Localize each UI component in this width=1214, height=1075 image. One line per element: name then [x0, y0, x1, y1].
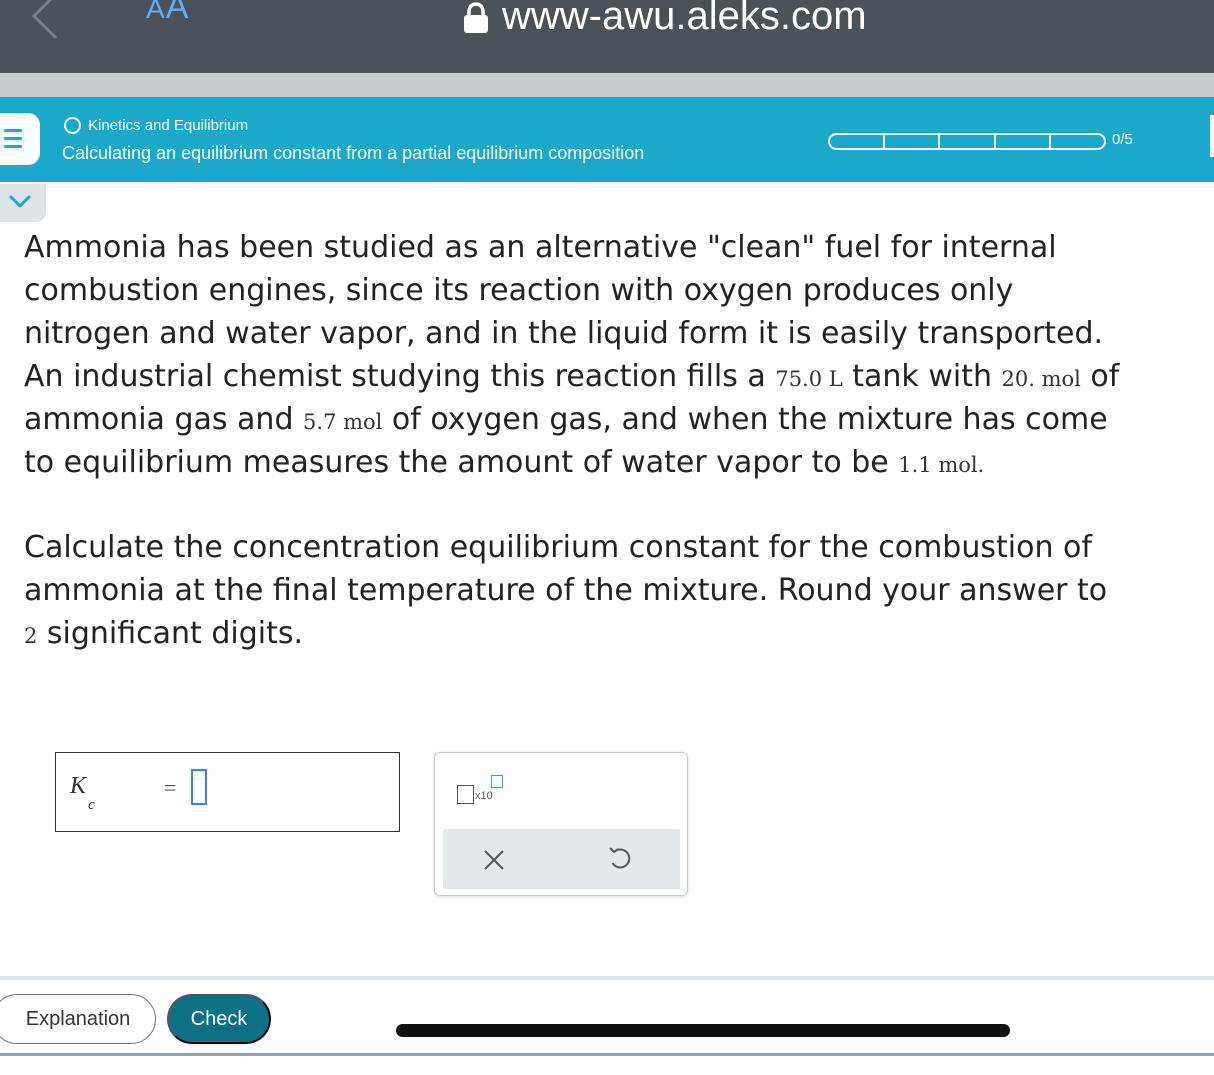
ammonia-amount: 20. mol [1001, 367, 1081, 391]
problem-text-fragment: of oxygen gas, and when the mixture has … [382, 402, 1108, 437]
hamburger-icon [4, 129, 22, 149]
problem-text-fragment: tank with [842, 359, 1002, 394]
text-size-button[interactable]: AA [146, 0, 189, 27]
problem-line: Ammonia has been studied as an alternati… [24, 230, 1057, 265]
lock-icon [464, 2, 488, 33]
kc-subscript: c [88, 797, 95, 813]
explanation-button[interactable]: Explanation [0, 994, 156, 1044]
progress-segment [1051, 135, 1104, 148]
topic-row: Kinetics and Equilibrium [64, 117, 248, 134]
progress-count: 0/5 [1112, 131, 1133, 148]
base-box-icon [457, 785, 474, 804]
answer-box: K c = [55, 752, 400, 832]
problem-line: to equilibrium measures the amount of wa… [24, 441, 1214, 484]
problem-text-fragment: of [1080, 359, 1120, 394]
text-size-large-glyph: A [165, 0, 190, 26]
sig-digits: 2 [24, 624, 38, 648]
tank-volume: 75.0 L [775, 367, 843, 391]
lesson-title: Calculating an equilibrium constant from… [62, 143, 645, 163]
keypad-action-tray [443, 829, 680, 889]
progress-bar [828, 133, 1106, 150]
back-chevron-icon[interactable] [28, 0, 68, 40]
answer-input[interactable] [191, 769, 207, 805]
menu-button[interactable] [0, 113, 40, 165]
progress-segment [830, 135, 886, 148]
topic-circle-icon [64, 117, 81, 134]
problem-line: An industrial chemist studying this reac… [24, 355, 1214, 398]
chrome-divider [0, 73, 1214, 97]
url-text: www-awu.aleks.com [502, 0, 867, 38]
math-keypad: x10 [434, 752, 688, 896]
home-indicator[interactable] [396, 1024, 1010, 1037]
clear-icon[interactable] [481, 847, 507, 873]
progress-segment [940, 135, 996, 148]
question-text-fragment: significant digits. [37, 616, 304, 651]
browser-toolbar: AA www-awu.aleks.com [0, 0, 1214, 73]
question-statement: Calculate the concentration equilibrium … [24, 526, 1214, 655]
oxygen-amount: 5.7 mol [303, 410, 383, 434]
question-line: 2 significant digits. [24, 612, 1214, 655]
kc-symbol: K [70, 773, 87, 799]
check-button[interactable]: Check [167, 994, 271, 1044]
problem-text-fragment: to equilibrium measures the amount of wa… [24, 445, 899, 480]
exponent-box-icon [491, 775, 503, 788]
problem-text-fragment: An industrial chemist studying this reac… [24, 359, 776, 394]
problem-line: ammonia gas and 5.7 mol of oxygen gas, a… [24, 398, 1214, 441]
footer-bottom-rule [0, 1053, 1214, 1056]
times-ten-label: x10 [475, 790, 493, 802]
topic-label: Kinetics and Equilibrium [88, 117, 249, 134]
undo-icon[interactable] [605, 845, 633, 873]
scientific-notation-button[interactable]: x10 [455, 773, 507, 811]
problem-statement: Ammonia has been studied as an alternati… [24, 226, 1214, 484]
problem-line: nitrogen and water vapor, and in the liq… [24, 316, 1104, 351]
chevron-down-icon [9, 195, 31, 208]
problem-text-fragment: ammonia gas and [24, 402, 304, 437]
progress-segment [996, 135, 1051, 148]
question-line: Calculate the concentration equilibrium … [24, 530, 1092, 565]
footer-divider [0, 976, 1214, 980]
progress-segment [885, 135, 941, 148]
problem-line: combustion engines, since its reaction w… [24, 273, 1014, 308]
water-amount: 1.1 mol. [898, 453, 985, 477]
address-bar[interactable]: www-awu.aleks.com [462, 0, 867, 46]
text-size-small-glyph: A [146, 0, 166, 24]
equals-sign: = [164, 775, 177, 800]
header-edge-button[interactable] [1210, 115, 1214, 157]
collapse-header-tab[interactable] [0, 184, 46, 222]
aleks-header: Kinetics and Equilibrium Calculating an … [0, 97, 1214, 182]
question-line: ammonia at the final temperature of the … [24, 573, 1108, 608]
